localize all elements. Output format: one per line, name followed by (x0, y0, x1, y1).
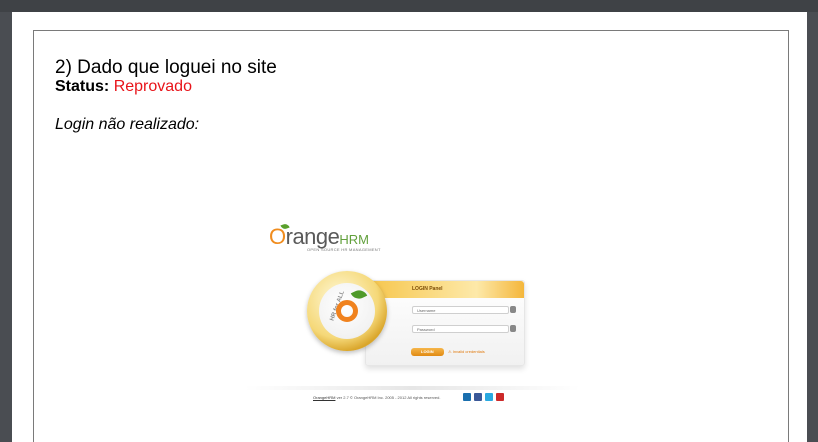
password-field[interactable]: Password (412, 325, 509, 333)
logo-main: range (285, 224, 340, 249)
viewer-top-bar (0, 0, 818, 12)
leaf-icon (350, 287, 368, 302)
orange-icon (336, 300, 358, 322)
status-value: Reprovado (113, 78, 192, 95)
status-label: Status: (55, 78, 110, 95)
linkedin-icon[interactable] (463, 393, 471, 401)
username-field[interactable]: Username (412, 306, 509, 314)
warning-icon: ⚠ (448, 349, 452, 354)
user-icon (510, 306, 516, 313)
error-message: ⚠ Invalid credentials (448, 349, 485, 354)
username-placeholder: Username (417, 308, 436, 313)
logo-o: O (269, 224, 286, 249)
footer-copyright: ver 2.7 © OrangeHRM Inc. 2005 - 2012 All… (336, 395, 441, 400)
login-panel: LOGIN Panel Username Password LOGIN ⚠ In… (365, 280, 525, 366)
login-panel-header (366, 281, 524, 298)
login-panel-title: LOGIN Panel (412, 286, 443, 292)
login-button[interactable]: LOGIN (411, 348, 444, 356)
login-button-label: LOGIN (421, 349, 434, 354)
facebook-icon[interactable] (474, 393, 482, 401)
logo-hrm: HRM (339, 232, 370, 247)
twitter-icon[interactable] (485, 393, 493, 401)
error-message-text: Invalid credentials (452, 349, 485, 354)
footer-link[interactable]: OrangeHRM (313, 395, 335, 400)
hr-for-all-badge: HR for ALL (307, 271, 387, 351)
badge-inner: HR for ALL (319, 283, 375, 339)
footer-divider (245, 386, 580, 390)
step-title: 2) Dado que loguei no site (55, 57, 277, 78)
logo-tagline: OPEN SOURCE HR MANAGEMENT (307, 247, 381, 252)
status-line: Status: Reprovado (55, 78, 192, 96)
embedded-login-screenshot: OrangeHRM OPEN SOURCE HR MANAGEMENT LOGI… (245, 218, 580, 408)
youtube-icon[interactable] (496, 393, 504, 401)
password-placeholder: Password (417, 327, 435, 332)
lock-icon (510, 325, 516, 332)
footer-text: OrangeHRM ver 2.7 © OrangeHRM Inc. 2005 … (313, 395, 440, 400)
result-note: Login não realizado: (55, 116, 200, 133)
